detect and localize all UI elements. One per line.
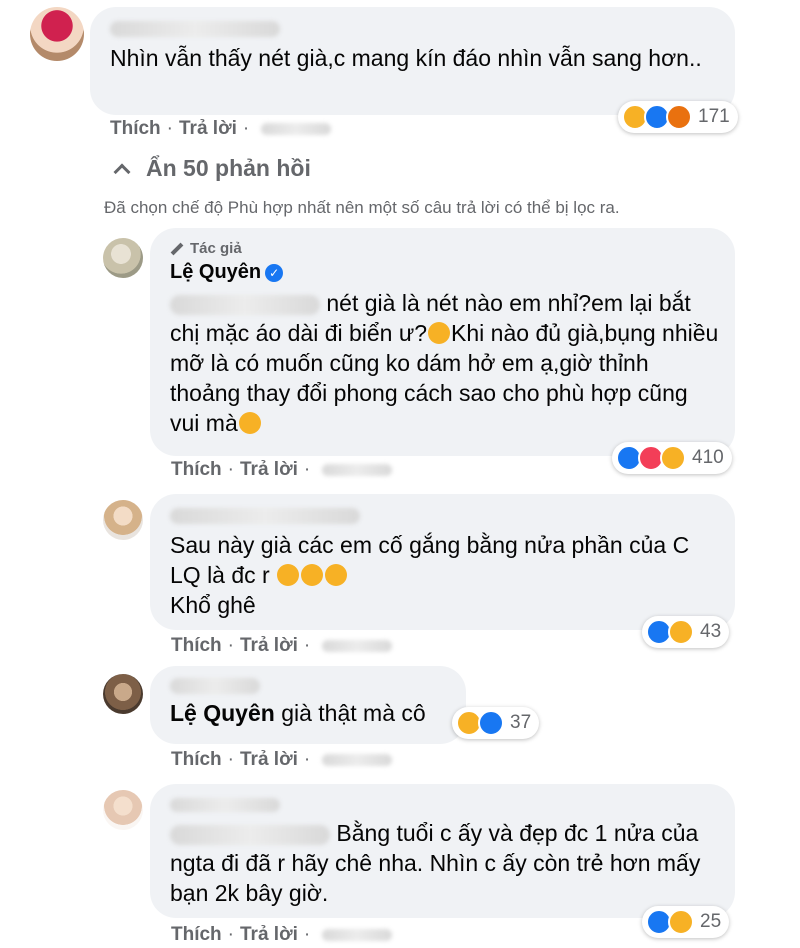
- face-with-hand-over-mouth-icon: [428, 322, 451, 344]
- reply-text: Lệ Quyên già thật mà cô: [170, 700, 426, 726]
- reaction-summary[interactable]: 43: [642, 616, 730, 648]
- comment-text: Nhìn vẫn thấy nét già,c mang kín đáo nhì…: [110, 45, 702, 71]
- author-tag: Tác giả: [170, 240, 715, 257]
- reaction-count: 37: [510, 712, 532, 733]
- hide-replies-label: Ẩn 50 phản hồi: [146, 155, 311, 181]
- reply-bubble: Sau này già các em cố gắng bằng nửa phần…: [150, 494, 735, 630]
- haha-icon: [660, 445, 686, 471]
- mention-blurred[interactable]: [170, 824, 330, 845]
- like-button[interactable]: Thích: [171, 635, 222, 656]
- reaction-count: 171: [698, 106, 730, 127]
- reply-button[interactable]: Trả lời: [240, 459, 298, 480]
- commenter-name-blurred[interactable]: [110, 21, 280, 37]
- reply-actions: Thích · Trả lời ·: [171, 924, 393, 946]
- commenter-name-blurred[interactable]: [170, 508, 360, 524]
- reply-button[interactable]: Trả lời: [240, 924, 298, 945]
- mention-blurred[interactable]: [170, 294, 320, 315]
- author-avatar[interactable]: [103, 238, 143, 278]
- timestamp-blurred[interactable]: [322, 639, 393, 652]
- comment-actions: Thích · Trả lời ·: [110, 118, 332, 140]
- like-icon: [478, 710, 504, 736]
- avatar[interactable]: [103, 790, 143, 830]
- haha-icon: [668, 619, 694, 645]
- mention-link[interactable]: Lệ Quyên: [170, 700, 275, 726]
- reply-actions: Thích · Trả lời ·: [171, 749, 393, 771]
- reply-actions: Thích · Trả lời ·: [171, 459, 393, 481]
- reply-bubble: Lệ Quyên già thật mà cô: [150, 666, 466, 744]
- reply-text: Bằng tuổi c ấy và đẹp đc 1 nửa của ngta …: [170, 820, 701, 906]
- verified-icon: ✓: [265, 264, 284, 282]
- reaction-count: 410: [692, 447, 724, 468]
- comment-bubble: Nhìn vẫn thấy nét già,c mang kín đáo nhì…: [90, 7, 735, 115]
- avatar[interactable]: [103, 500, 143, 540]
- reply-button[interactable]: Trả lời: [179, 118, 237, 139]
- haha-icon: [668, 909, 694, 935]
- avatar[interactable]: [103, 674, 143, 714]
- chevron-up-icon: [113, 163, 131, 180]
- reply-actions: Thích · Trả lời ·: [171, 635, 393, 657]
- author-name[interactable]: Lệ Quyên: [170, 261, 261, 283]
- like-button[interactable]: Thích: [110, 118, 161, 139]
- reaction-count: 43: [700, 621, 722, 642]
- filter-notice: Đã chọn chế độ Phù hợp nhất nên một số c…: [104, 198, 620, 217]
- reaction-summary[interactable]: 410: [612, 442, 732, 474]
- reaction-count: 25: [700, 911, 722, 932]
- timestamp-blurred[interactable]: [322, 753, 393, 766]
- laughing-face-icon: [301, 564, 324, 586]
- hide-replies-button[interactable]: Ẩn 50 phản hồi: [112, 155, 311, 182]
- like-button[interactable]: Thích: [171, 924, 222, 945]
- reply-bubble: Tác giả Lệ Quyên ✓ nét già là nét nào em …: [150, 228, 735, 456]
- avatar[interactable]: [30, 7, 84, 61]
- angry-icon: [666, 104, 692, 130]
- reply-bubble: Bằng tuổi c ấy và đẹp đc 1 nửa của ngta …: [150, 784, 735, 918]
- reply-button[interactable]: Trả lời: [240, 635, 298, 656]
- commenter-name-blurred[interactable]: [170, 678, 260, 694]
- timestamp-blurred[interactable]: [261, 122, 332, 135]
- laughing-face-icon: [277, 564, 300, 586]
- reply-text: nét già là nét nào em nhỉ?em lại bắt chị…: [170, 290, 719, 436]
- reaction-summary[interactable]: 25: [642, 906, 730, 938]
- reply-text: Sau này già các em cố gắng bằng nửa phần…: [170, 532, 690, 618]
- pen-icon: [170, 242, 184, 255]
- smiling-face-icon: [238, 412, 261, 434]
- reaction-summary[interactable]: 171: [618, 101, 738, 133]
- timestamp-blurred[interactable]: [322, 928, 393, 941]
- reaction-summary[interactable]: 37: [452, 707, 540, 739]
- timestamp-blurred[interactable]: [322, 463, 393, 476]
- reply-button[interactable]: Trả lời: [240, 749, 298, 770]
- commenter-name-blurred[interactable]: [170, 798, 280, 812]
- like-button[interactable]: Thích: [171, 459, 222, 480]
- like-button[interactable]: Thích: [171, 749, 222, 770]
- laughing-face-icon: [325, 564, 348, 586]
